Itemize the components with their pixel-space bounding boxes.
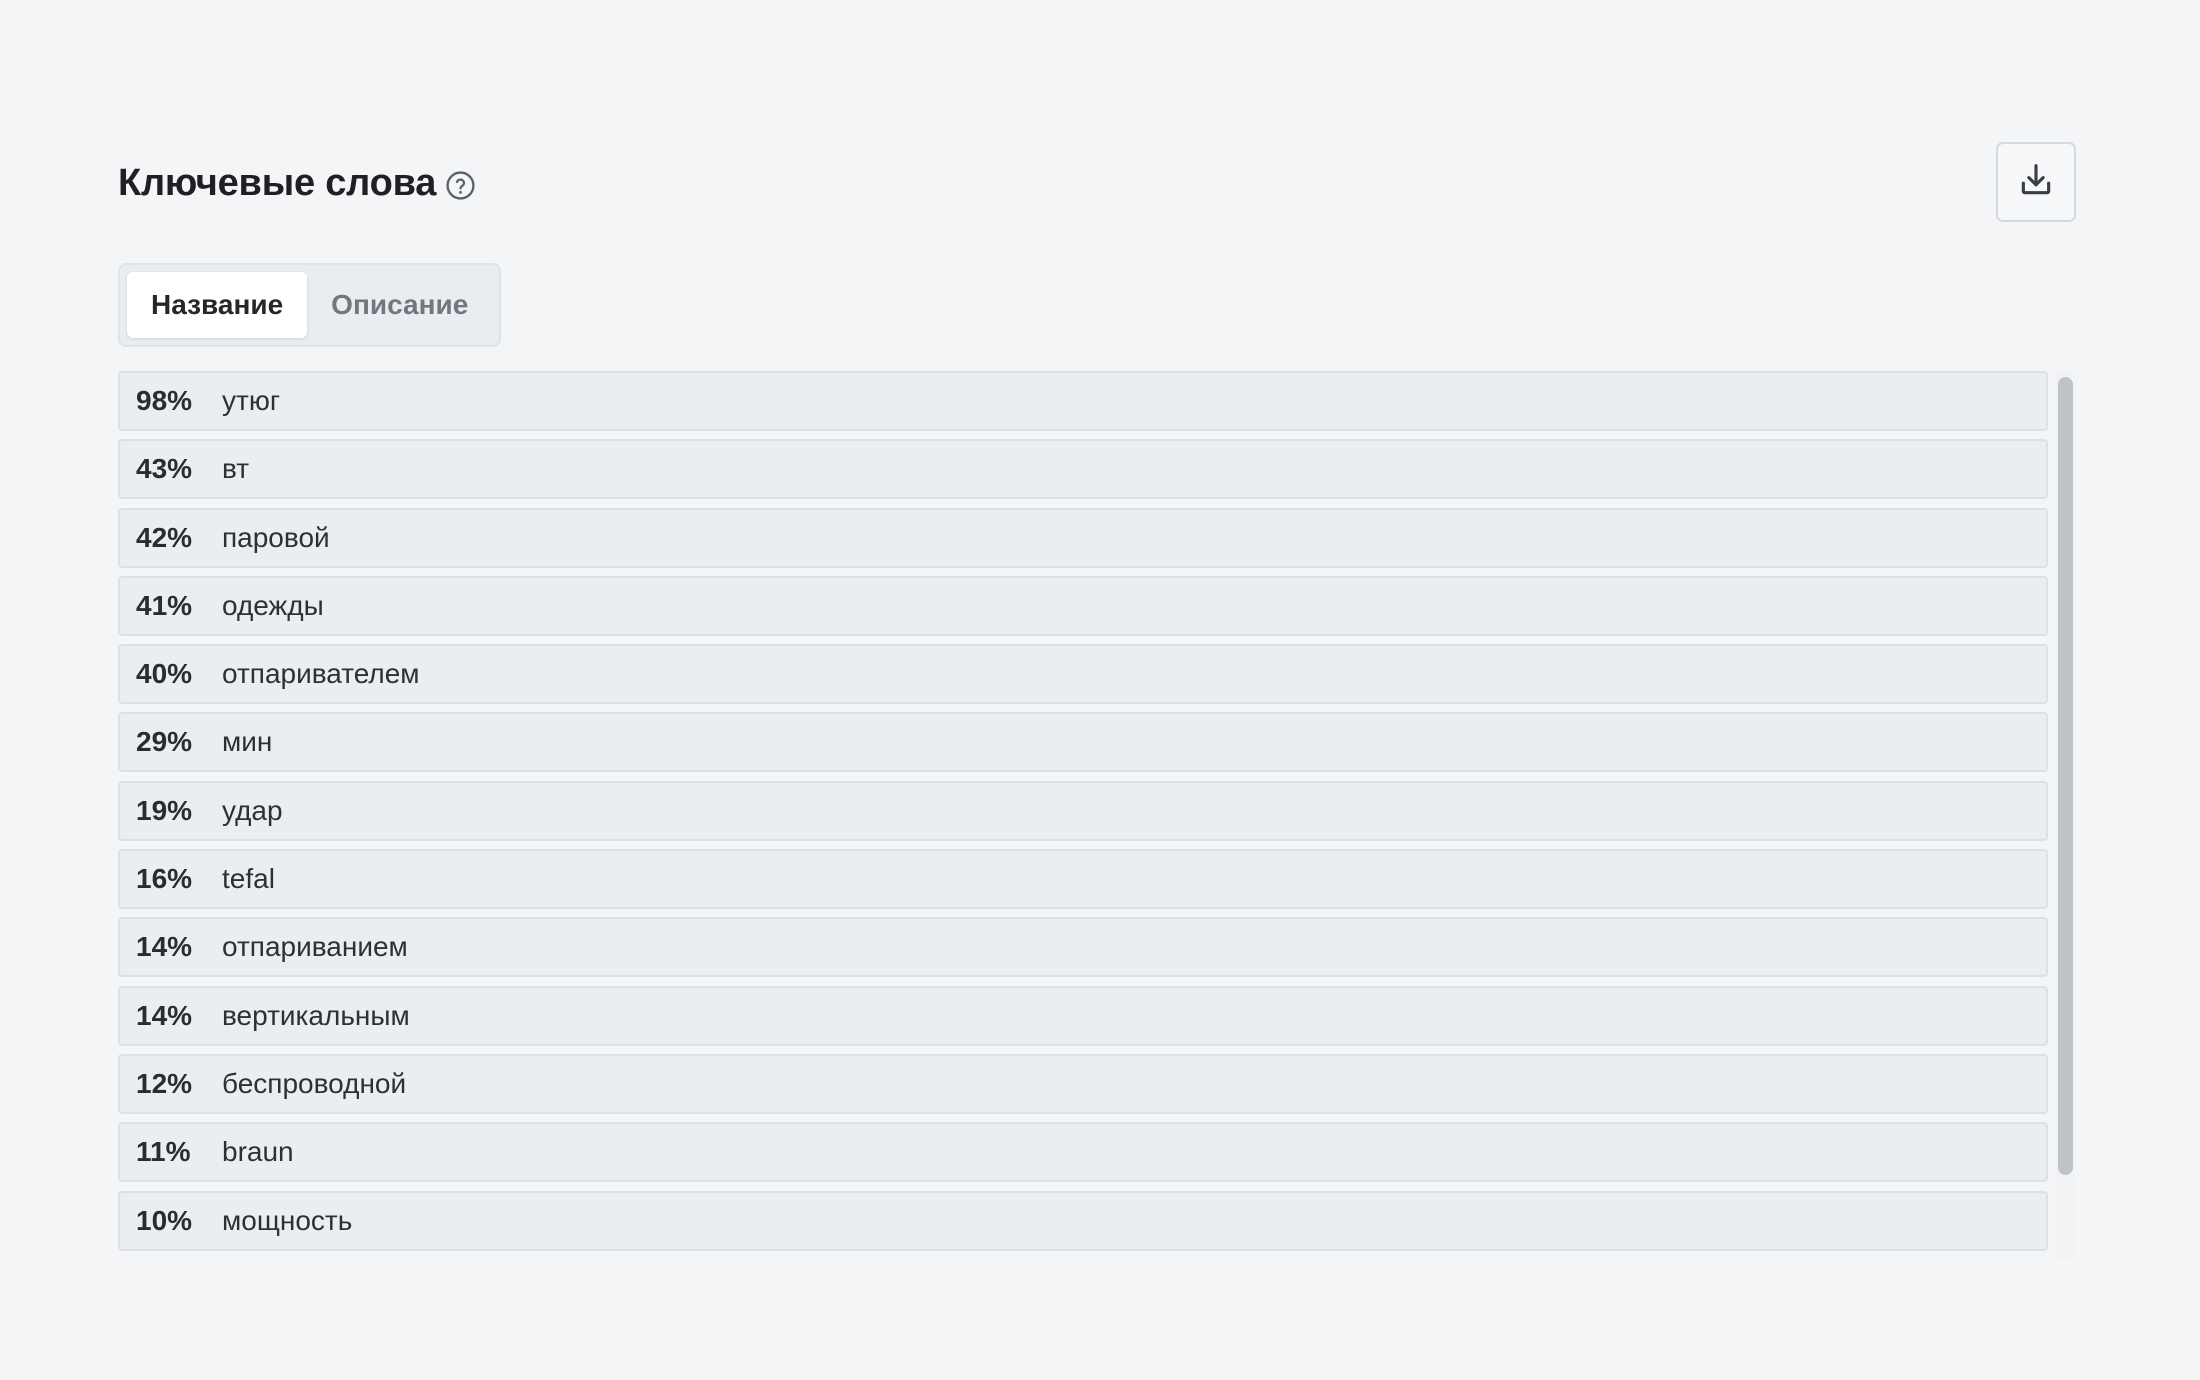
keywords-list-container: 98% утюг 43% вт 42% паровой 41% одежды 40% отпари…: [118, 371, 2076, 1259]
keyword-text: tefal: [222, 863, 275, 895]
list-item[interactable]: 40% отпаривателем: [118, 644, 2048, 705]
keyword-text: утюг: [222, 385, 281, 416]
list-item[interactable]: 42% паровой: [118, 507, 2048, 568]
list-item[interactable]: 43% вт: [118, 439, 2048, 500]
keyword-text: мин: [222, 726, 273, 758]
list-item[interactable]: 16% tefal: [118, 849, 2048, 910]
keyword-percent: 40%: [136, 658, 193, 690]
list-item[interactable]: 10% мощность: [118, 1190, 2048, 1251]
keyword-text: вт: [222, 453, 250, 485]
list-item[interactable]: 12% беспроводной: [118, 1053, 2048, 1114]
panel-header: Ключевые слова: [118, 140, 2076, 226]
keyword-percent: 42%: [136, 521, 193, 553]
keyword-percent: 10%: [136, 1204, 193, 1236]
list-item[interactable]: 19% удар: [118, 780, 2048, 841]
keyword-text: одежды: [222, 589, 324, 621]
tab-title[interactable]: Название: [127, 272, 308, 338]
keyword-percent: 98%: [136, 385, 193, 416]
keyword-percent: 41%: [136, 589, 193, 621]
list-item[interactable]: 41% одежды: [118, 575, 2048, 636]
keyword-percent: 14%: [136, 931, 193, 963]
keyword-text: braun: [222, 1136, 294, 1168]
scrollbar[interactable]: [2054, 371, 2076, 1259]
download-button[interactable]: [1996, 142, 2076, 222]
scrollbar-thumb[interactable]: [2058, 377, 2073, 1175]
keyword-percent: 43%: [136, 453, 193, 485]
keyword-text: беспроводной: [222, 1067, 407, 1099]
keyword-text: паровой: [222, 521, 330, 553]
keyword-percent: 16%: [136, 863, 193, 895]
keyword-text: удар: [222, 794, 283, 826]
keyword-percent: 29%: [136, 726, 193, 758]
keywords-panel: Ключевые слова Название Описание 98% утюг…: [118, 140, 2076, 1259]
keyword-text: мощность: [222, 1204, 353, 1236]
panel-title: Ключевые слова: [118, 161, 437, 204]
tab-description[interactable]: Описание: [307, 272, 492, 338]
list-item[interactable]: 14% отпариванием: [118, 917, 2048, 978]
keyword-text: отпаривателем: [222, 658, 420, 690]
keyword-percent: 19%: [136, 794, 193, 826]
list-item[interactable]: 14% вертикальным: [118, 985, 2048, 1046]
help-circle-icon[interactable]: [445, 170, 476, 201]
list-item[interactable]: 11% braun: [118, 1122, 2048, 1183]
keyword-percent: 14%: [136, 999, 193, 1031]
list-item[interactable]: 98% утюг: [118, 371, 2048, 431]
keywords-list: 98% утюг 43% вт 42% паровой 41% одежды 40% отпари…: [118, 371, 2048, 1251]
tab-switcher: Название Описание: [118, 263, 502, 347]
keyword-percent: 12%: [136, 1067, 193, 1099]
keyword-percent: 11%: [136, 1136, 191, 1168]
list-item[interactable]: 29% мин: [118, 712, 2048, 773]
keyword-text: вертикальным: [222, 999, 410, 1031]
download-icon: [2017, 161, 2055, 204]
keyword-text: отпариванием: [222, 931, 408, 963]
